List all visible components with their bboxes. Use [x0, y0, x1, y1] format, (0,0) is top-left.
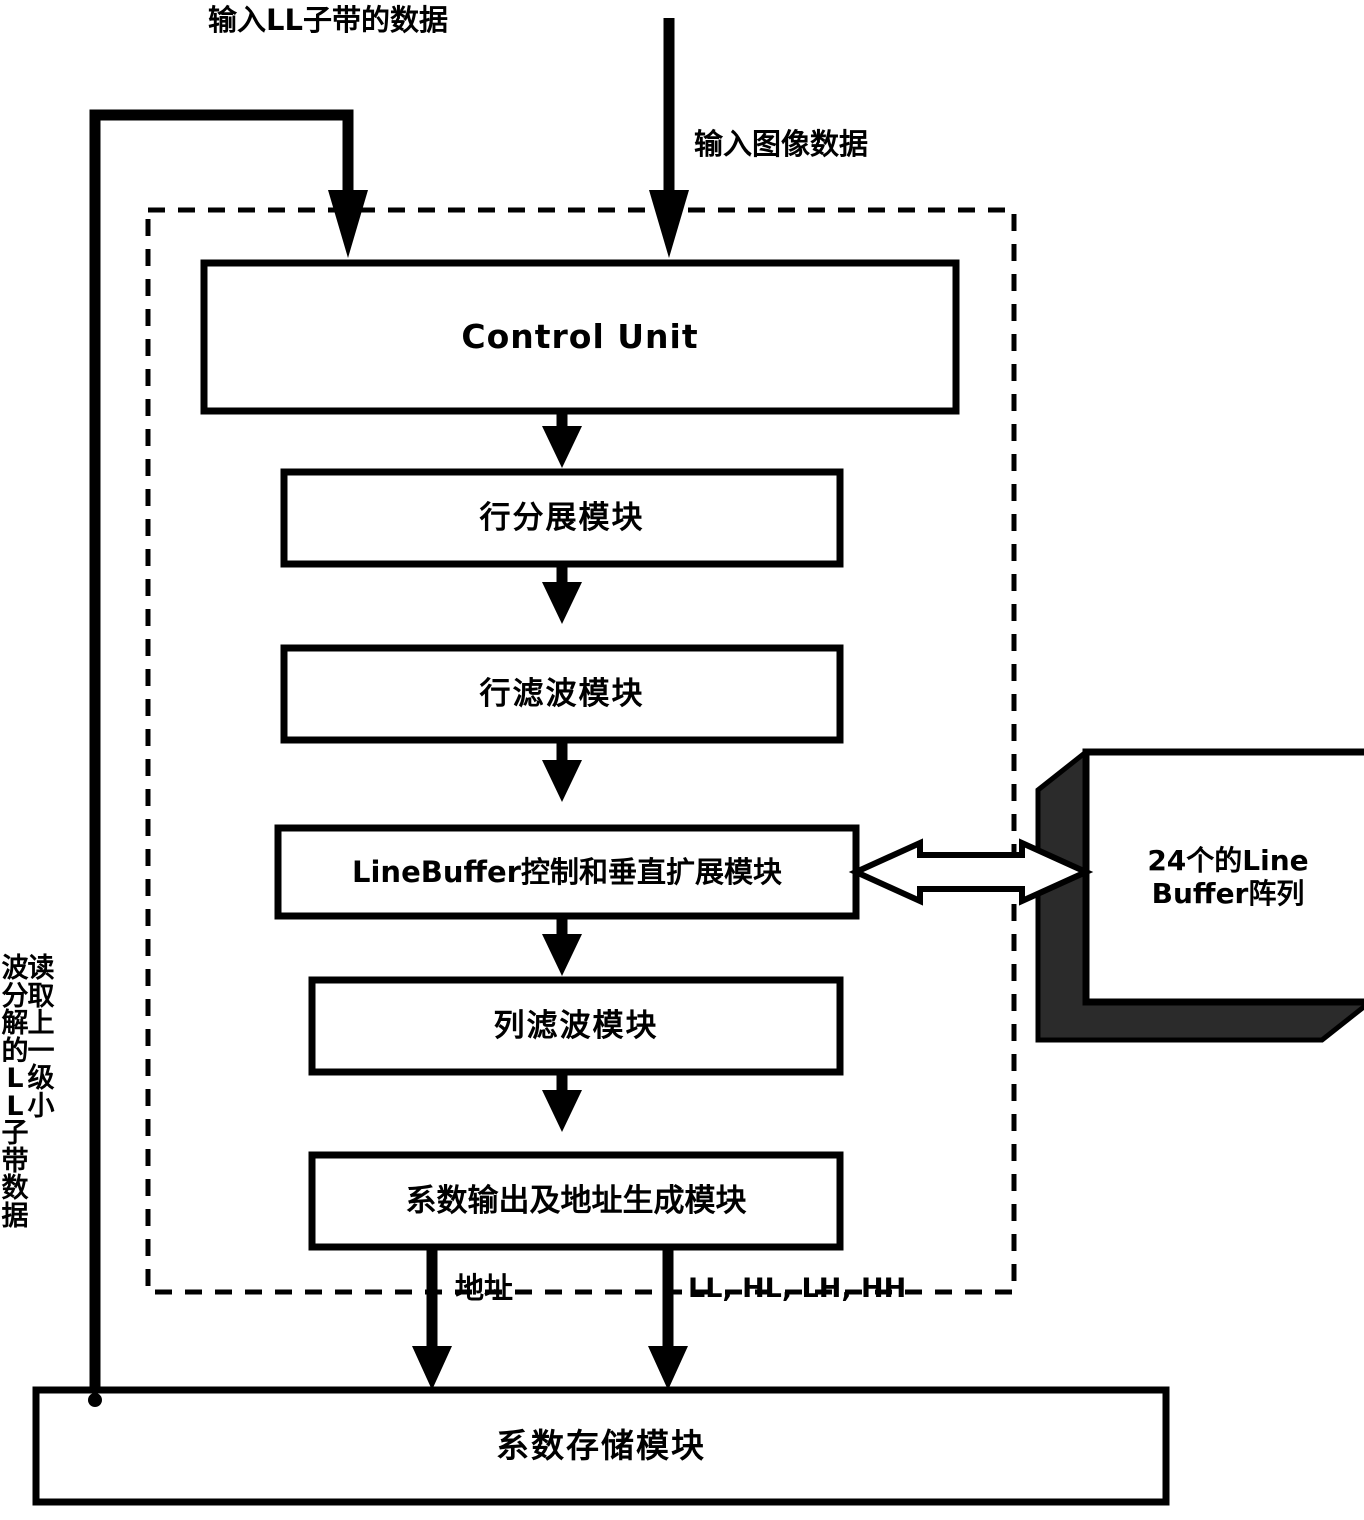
control-unit-label[interactable]: Control Unit	[204, 263, 956, 411]
arrow-cu-to-row-extend-head	[542, 426, 582, 468]
address-bus-label: 地址	[455, 1271, 514, 1305]
arrow-row-filter-to-linebuffer-head	[542, 760, 582, 802]
coeff-output-module-label[interactable]: 系数输出及地址生成模块	[312, 1155, 840, 1247]
arrow-colfilter-to-coeff-head	[542, 1090, 582, 1132]
coeff-storage-module-label[interactable]: 系数存储模块	[36, 1390, 1166, 1502]
image-data-arrowhead	[649, 190, 689, 258]
subband-bus-label: LL, HL, LH, HH	[688, 1273, 907, 1304]
arrow-subband-head	[648, 1346, 688, 1390]
column-filter-module-label[interactable]: 列滤波模块	[312, 980, 840, 1072]
row-filter-module-label[interactable]: 行滤波模块	[284, 648, 840, 740]
linebuffer-module-label[interactable]: LineBuffer控制和垂直扩展模块	[278, 828, 856, 916]
diagram-canvas: 输入LL子带的数据 输入图像数据 Control Unit 行分展模块 行滤波模…	[0, 0, 1364, 1520]
feedback-label-column-left: 波分解的LL子带数据	[1, 953, 29, 1232]
image-data-input-label: 输入图像数据	[694, 127, 869, 161]
line-buffer-array-label[interactable]: 24个的Line Buffer阵列	[1086, 752, 1364, 1002]
line-buffer-array-label-line2: Buffer阵列	[1151, 877, 1305, 910]
row-extend-module-label[interactable]: 行分展模块	[284, 472, 840, 564]
ll-subband-input-label: 输入LL子带的数据	[208, 3, 448, 37]
feedback-arrowhead	[328, 190, 368, 258]
line-buffer-array-label-line1: 24个的Line	[1147, 843, 1309, 877]
feedback-label-column-right: 读取上一级小	[27, 953, 55, 1122]
arrow-address-head	[412, 1346, 452, 1390]
arrow-row-extend-to-row-filter-head	[542, 582, 582, 624]
arrow-linebuffer-to-colfilter-head	[542, 934, 582, 976]
